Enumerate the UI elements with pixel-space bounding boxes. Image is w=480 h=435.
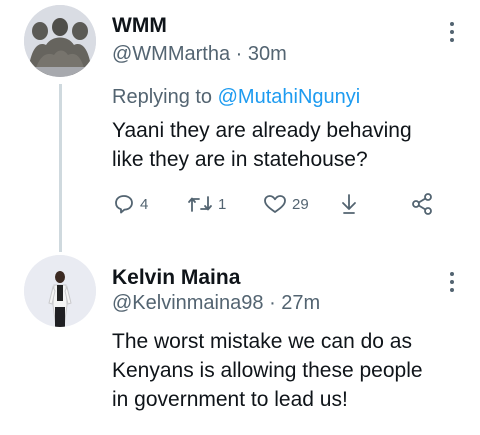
author-name[interactable]: WMM [112,14,167,38]
person-avatar-icon [24,255,96,327]
author-handle[interactable]: @Kelvinmaina98 [112,292,264,314]
author-handle[interactable]: @WMMartha [112,43,230,65]
separator-dot: · [235,43,243,65]
timestamp[interactable]: 27m [281,292,320,314]
replying-to-label: Replying to [112,86,213,108]
tweet-text-line: The worst mistake we can do as [112,330,412,353]
tweet-text: The worst mistake we can do as Kenyans i… [112,327,452,414]
separator-dot: · [269,292,276,314]
author-handle-line: @WMMartha · 30m [112,43,287,66]
tweet-text-line: Kenyans is allowing these people [112,359,423,382]
share-icon [412,193,432,215]
timestamp[interactable]: 30m [248,43,287,65]
tweet[interactable]: WMM @WMMartha · 30m Replying to @MutahiN… [0,0,480,252]
more-options-icon[interactable] [450,272,454,296]
tweet-actions-partial [112,430,442,435]
avatar[interactable] [24,255,96,327]
statue-avatar-icon [24,5,96,77]
retweet-button[interactable]: 1 [186,190,226,218]
download-icon [342,194,356,214]
download-button[interactable] [338,190,360,218]
thread-connector [59,84,62,252]
retweet-icon [188,196,212,212]
author-handle-line: @Kelvinmaina98 · 27m [112,292,320,315]
reply-button[interactable]: 4 [112,190,148,218]
like-icon [264,195,286,213]
mention-link[interactable]: @MutahiNgunyi [218,86,361,108]
reply-icon [115,195,133,214]
like-count: 29 [292,195,309,213]
reply-count: 4 [140,195,149,213]
tweet-text-line: in government to lead us! [112,388,348,411]
tweet-text: Yaani they are already behaving like the… [112,116,452,174]
share-button[interactable] [410,190,434,218]
tweet-actions: 4 1 29 [112,190,442,218]
like-button[interactable]: 29 [262,190,309,218]
retweet-count: 1 [218,195,227,213]
tweet[interactable]: Kelvin Maina @Kelvinmaina98 · 27m The wo… [0,250,480,435]
avatar[interactable] [24,5,96,77]
author-name[interactable]: Kelvin Maina [112,266,240,290]
replying-to: Replying to @MutahiNgunyi [112,86,360,109]
more-options-icon[interactable] [450,22,454,46]
tweet-text-line: Yaani they are already behaving [112,119,412,142]
tweet-text-line: like they are in statehouse? [112,148,368,171]
